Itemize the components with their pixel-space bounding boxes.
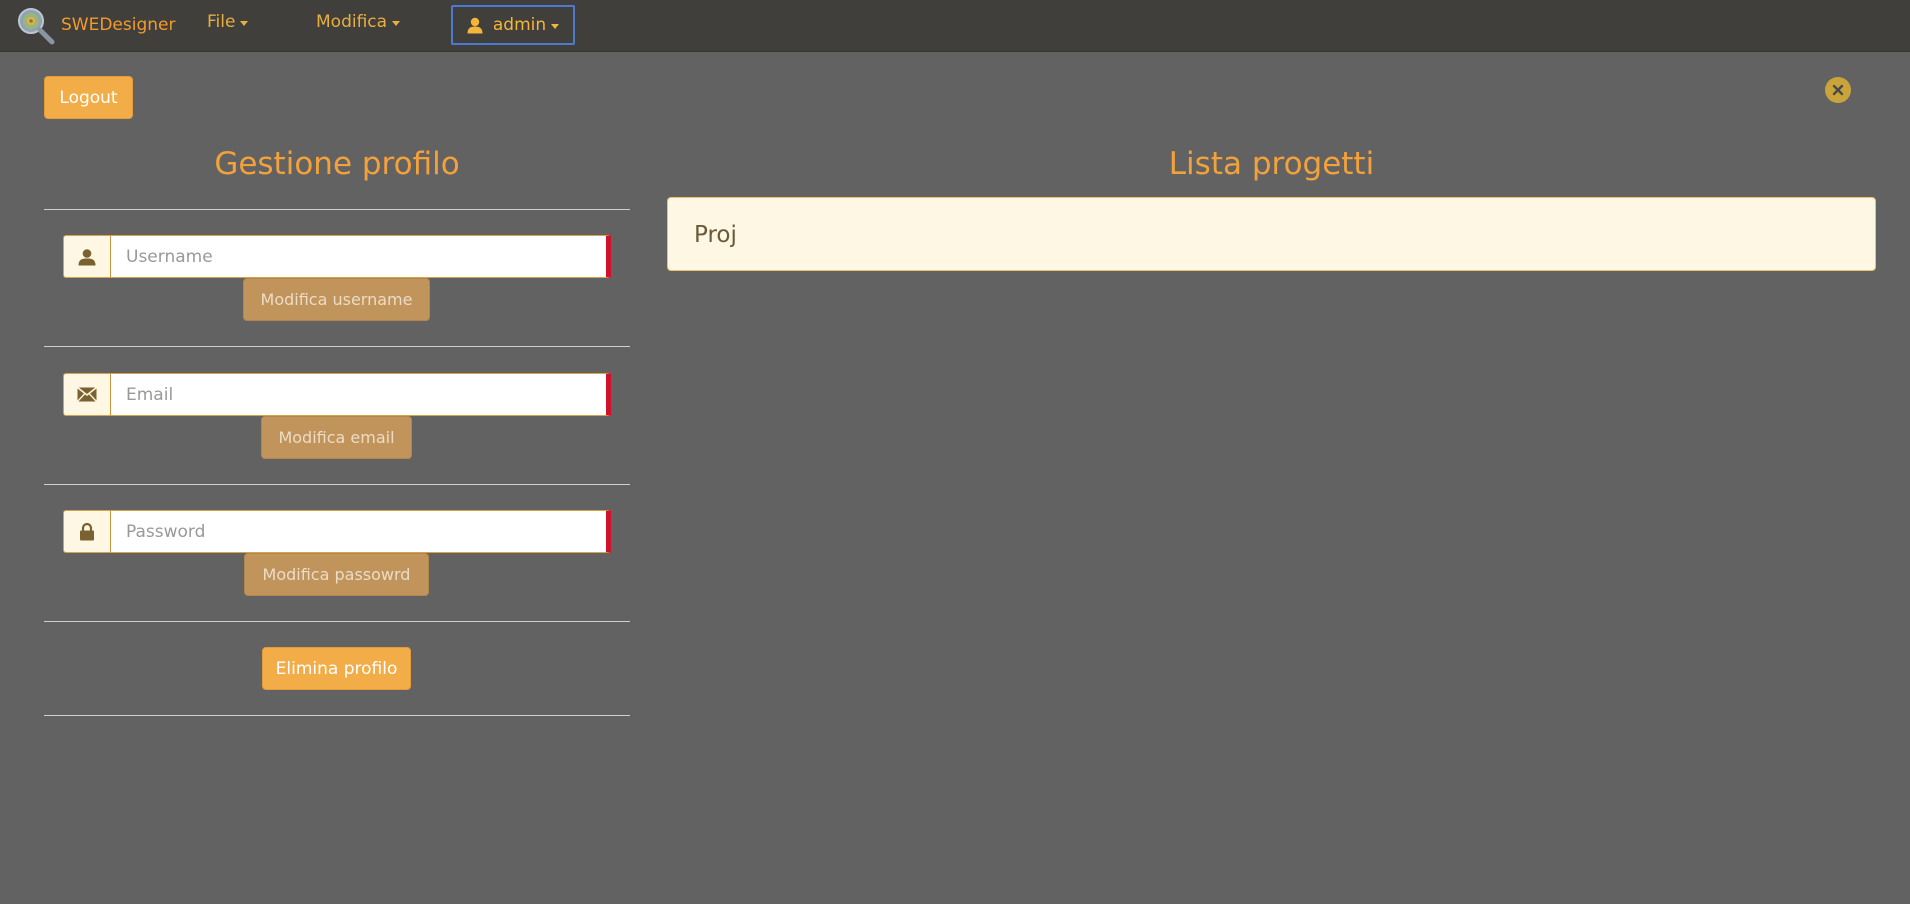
user-menu-button[interactable]: admin xyxy=(451,5,575,45)
profile-title: Gestione profilo xyxy=(214,146,460,182)
delete-profile-label: Elimina profilo xyxy=(275,658,398,679)
menu-modifica[interactable]: Modifica xyxy=(316,12,401,32)
username-input[interactable] xyxy=(111,235,611,278)
project-list: Proj xyxy=(667,197,1876,271)
logout-button-label: Logout xyxy=(59,87,118,108)
brand-name: SWEDesigner xyxy=(61,15,176,35)
modify-username-label: Modifica username xyxy=(260,290,413,309)
modify-username-button[interactable]: Modifica username xyxy=(243,278,430,321)
chevron-down-icon xyxy=(551,23,560,29)
email-input[interactable] xyxy=(111,373,611,416)
lock-icon xyxy=(80,522,94,540)
menu-file[interactable]: File xyxy=(207,12,249,32)
brand-link[interactable]: SWEDesigner xyxy=(17,7,175,45)
divider xyxy=(44,621,630,622)
user-icon xyxy=(467,17,483,34)
divider xyxy=(44,484,630,485)
user-icon xyxy=(78,248,96,265)
logout-button[interactable]: Logout xyxy=(44,76,133,119)
menu-modifica-label: Modifica xyxy=(316,12,388,32)
modify-email-button[interactable]: Modifica email xyxy=(261,416,412,459)
project-item[interactable]: Proj xyxy=(694,198,737,272)
chevron-down-icon xyxy=(240,20,249,26)
email-input-group xyxy=(63,373,611,416)
user-menu-label: admin xyxy=(492,15,547,35)
menu-file-label: File xyxy=(207,12,236,32)
password-addon xyxy=(63,510,111,553)
modify-email-label: Modifica email xyxy=(278,428,395,447)
magnifier-gear-icon xyxy=(18,8,55,45)
close-button[interactable] xyxy=(1825,77,1851,103)
top-navbar: SWEDesigner File Modifica admin xyxy=(0,0,1910,52)
email-addon xyxy=(63,373,111,416)
modify-password-button[interactable]: Modifica passowrd xyxy=(244,553,429,596)
modify-password-label: Modifica passowrd xyxy=(262,565,411,584)
password-input-group xyxy=(63,510,611,553)
projects-title: Lista progetti xyxy=(1168,146,1375,182)
divider xyxy=(44,346,630,347)
delete-profile-button[interactable]: Elimina profilo xyxy=(262,647,411,690)
divider xyxy=(44,715,630,716)
close-icon xyxy=(1832,84,1844,96)
username-addon xyxy=(63,235,111,278)
username-input-group xyxy=(63,235,611,278)
project-name: Proj xyxy=(694,222,737,248)
chevron-down-icon xyxy=(392,20,401,26)
password-input[interactable] xyxy=(111,510,611,553)
envelope-icon xyxy=(77,387,97,402)
divider xyxy=(44,209,630,210)
